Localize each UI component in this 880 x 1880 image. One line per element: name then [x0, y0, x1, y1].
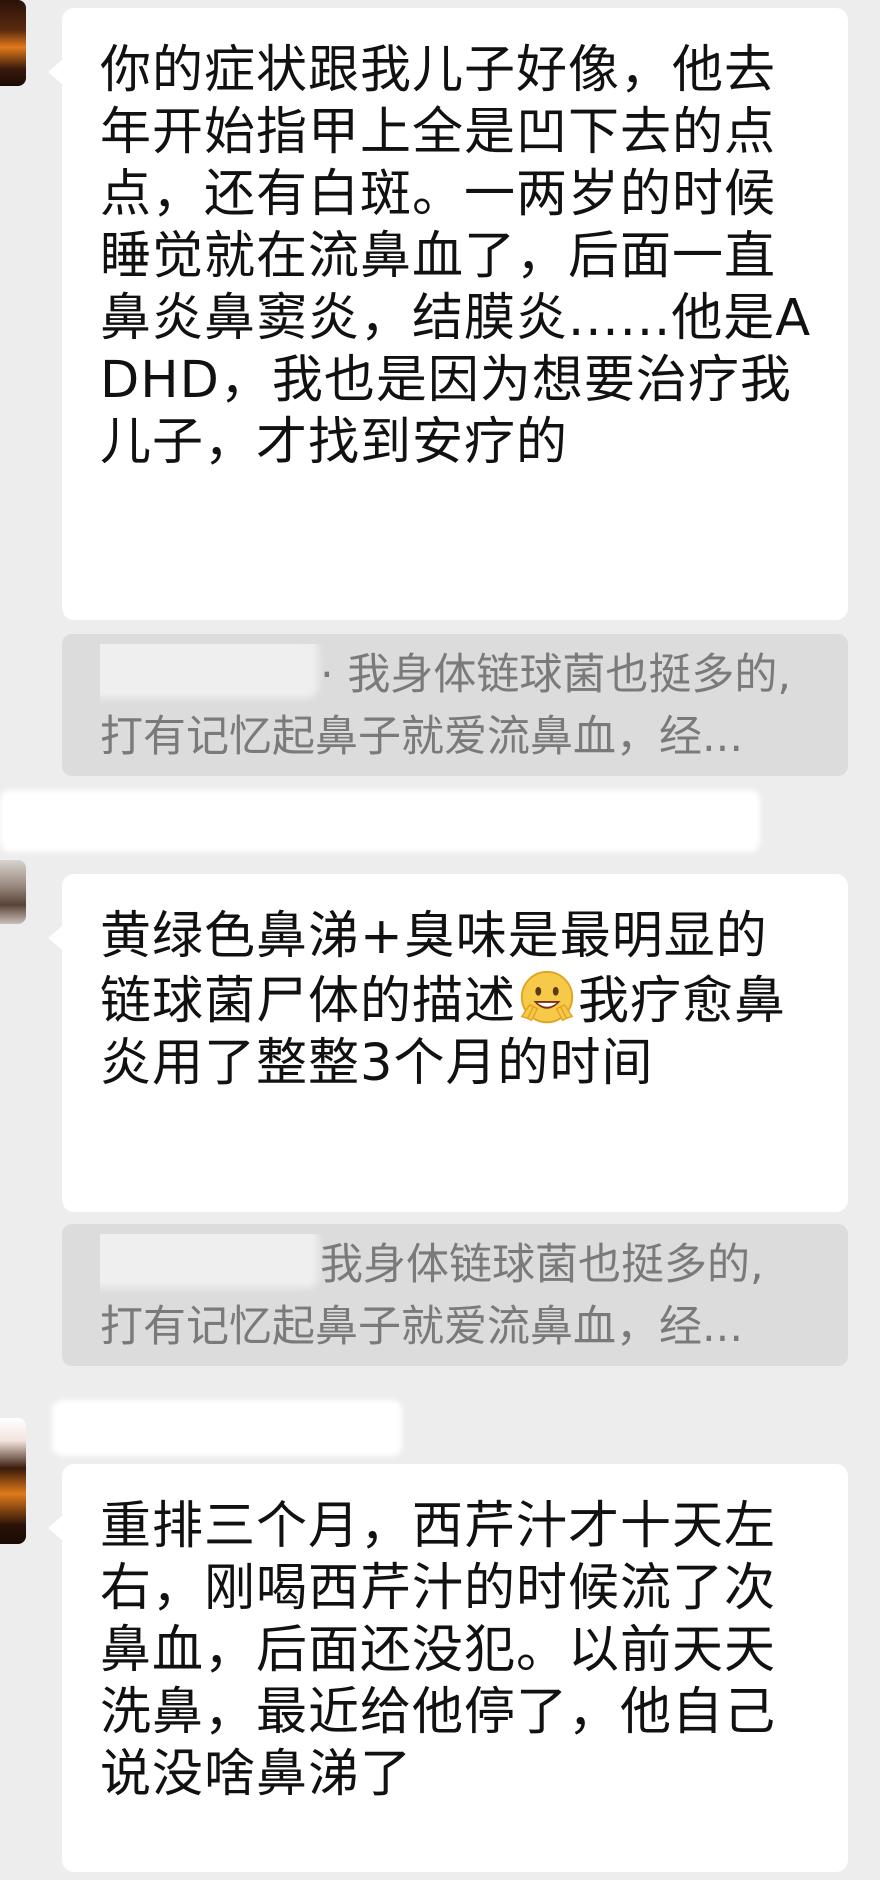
smiling-peace-emoji-icon [520, 970, 574, 1024]
sender-avatar[interactable] [0, 0, 26, 86]
sender-avatar[interactable] [0, 860, 26, 924]
quote-first-line: 我身体链球菌也挺多的, [100, 1234, 822, 1296]
chat-screen: 你的症状跟我儿子好像，他去年开始指甲上全是凹下去的点点，还有白斑。一两岁的时候睡… [0, 0, 880, 1880]
blurred-nickname [0, 790, 760, 852]
sender-avatar[interactable] [0, 1418, 26, 1544]
quote-text-line-1: · 我身体链球菌也挺多的, [320, 650, 792, 700]
quoted-reply[interactable]: 我身体链球菌也挺多的, 打有记忆起鼻子就爱流鼻血，经... [62, 1224, 848, 1366]
quote-text-line-1: 我身体链球菌也挺多的, [320, 1240, 764, 1290]
quote-text-line-2: 打有记忆起鼻子就爱流鼻血，经... [100, 1302, 744, 1352]
message-text: 你的症状跟我儿子好像，他去年开始指甲上全是凹下去的点点，还有白斑。一两岁的时候睡… [100, 41, 812, 472]
quote-text-line-2: 打有记忆起鼻子就爱流鼻血，经... [100, 712, 744, 762]
message-bubble[interactable]: 你的症状跟我儿子好像，他去年开始指甲上全是凹下去的点点，还有白斑。一两岁的时候睡… [48, 8, 848, 620]
blurred-quote-sender [100, 644, 318, 698]
quoted-reply[interactable]: · 我身体链球菌也挺多的, 打有记忆起鼻子就爱流鼻血，经... [62, 634, 848, 776]
blurred-quote-sender [100, 1234, 318, 1288]
message-bubble[interactable]: 黄绿色鼻涕+臭味是最明显的链球菌尸体的描述 我疗愈鼻炎用了整整3个月的时间 [48, 874, 848, 1212]
quote-first-line: · 我身体链球菌也挺多的, [100, 644, 822, 706]
message-text: 重排三个月，西芹汁才十天左右，刚喝西芹汁的时候流了次鼻血，后面还没犯。以前天天洗… [100, 1497, 777, 1804]
message-bubble[interactable]: 重排三个月，西芹汁才十天左右，刚喝西芹汁的时候流了次鼻血，后面还没犯。以前天天洗… [48, 1464, 848, 1872]
blurred-nickname [52, 1400, 402, 1456]
